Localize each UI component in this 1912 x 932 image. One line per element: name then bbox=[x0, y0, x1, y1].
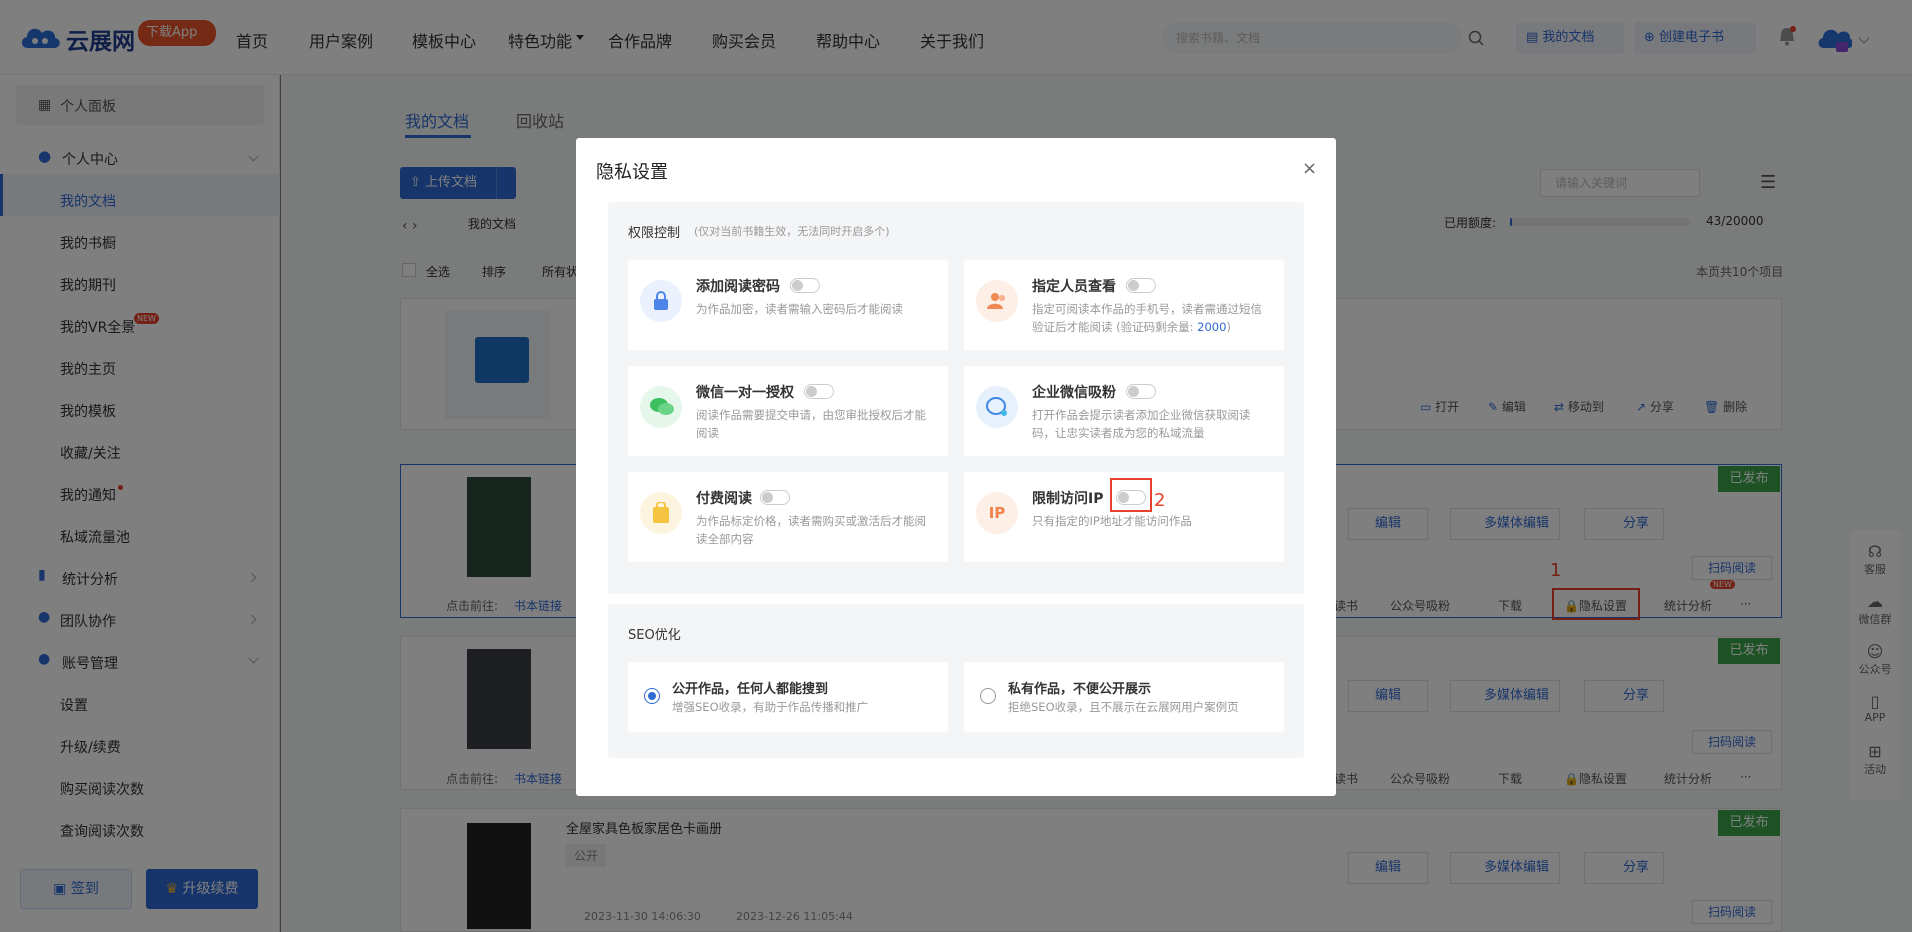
user-group-icon bbox=[976, 280, 1018, 322]
wecom-fans-toggle[interactable] bbox=[1126, 384, 1156, 399]
seo-public-radio[interactable] bbox=[644, 688, 660, 704]
seo-private-option[interactable]: 私有作品，不便公开展示 拒绝SEO收录，且不展示在云展网用户案例页 bbox=[964, 662, 1284, 732]
option-title: 微信一对一授权 bbox=[696, 385, 794, 401]
option-title: 企业微信吸粉 bbox=[1032, 385, 1116, 401]
read-password-toggle[interactable] bbox=[790, 278, 820, 293]
specified-viewers-toggle[interactable] bbox=[1126, 278, 1156, 293]
annotation-2: 2 bbox=[1154, 490, 1166, 511]
option-read-password[interactable]: 添加阅读密码 为作品加密，读者需输入密码后才能阅读 bbox=[628, 260, 948, 350]
seo-option-title: 私有作品，不便公开展示 bbox=[1008, 682, 1152, 697]
seo-option-desc: 拒绝SEO收录，且不展示在云展网用户案例页 bbox=[1008, 700, 1239, 714]
modal-title: 隐私设置 bbox=[596, 162, 668, 183]
seo-public-option[interactable]: 公开作品，任何人都能搜到 增强SEO收录，有助于作品传播和推广 bbox=[628, 662, 948, 732]
option-title: 付费阅读 bbox=[696, 491, 752, 507]
option-restrict-ip[interactable]: IP 限制访问IP 2 只有指定的IP地址才能访问作品 bbox=[964, 472, 1284, 562]
ip-toggle-highlight-box bbox=[1110, 478, 1152, 512]
wechat-icon bbox=[640, 386, 682, 428]
lock-icon bbox=[640, 280, 682, 322]
seo-option-title: 公开作品，任何人都能搜到 bbox=[672, 682, 829, 697]
option-title: 添加阅读密码 bbox=[696, 279, 780, 295]
wechat-auth-toggle[interactable] bbox=[804, 384, 834, 399]
seo-option-desc: 增强SEO收录，有助于作品传播和推广 bbox=[672, 700, 869, 714]
option-desc: 阅读作品需要提交申请，由您审批授权后才能阅读 bbox=[696, 408, 926, 440]
option-paid-reading[interactable]: 付费阅读 为作品标定价格，读者需购买或激活后才能阅读全部内容 bbox=[628, 472, 948, 562]
option-specified-viewers[interactable]: 指定人员查看 指定可阅读本作品的手机号，读者需通过短信验证后才能阅读 (验证码剩… bbox=[964, 260, 1284, 350]
option-desc: 为作品加密，读者需输入密码后才能阅读 bbox=[696, 302, 903, 316]
option-desc: 打开作品会提示读者添加企业微信获取阅读码，让忠实读者成为您的私域流量 bbox=[1032, 408, 1251, 440]
privacy-settings-modal: 隐私设置 × 权限控制 (仅对当前书籍生效，无法同时开启多个) 添加阅读密码 为… bbox=[576, 138, 1336, 796]
option-desc: 为作品标定价格，读者需购买或激活后才能阅读全部内容 bbox=[696, 514, 926, 546]
sms-remaining-count: 2000 bbox=[1197, 320, 1227, 334]
ip-icon: IP bbox=[976, 492, 1018, 534]
seo-private-radio[interactable] bbox=[980, 688, 996, 704]
wecom-icon bbox=[976, 386, 1018, 428]
option-desc: 指定可阅读本作品的手机号，读者需通过短信验证后才能阅读 (验证码剩余量: 200… bbox=[1032, 300, 1272, 336]
option-wecom-fans[interactable]: 企业微信吸粉 打开作品会提示读者添加企业微信获取阅读码，让忠实读者成为您的私域流… bbox=[964, 366, 1284, 456]
paid-reading-toggle[interactable] bbox=[760, 490, 790, 505]
permission-note: (仅对当前书籍生效，无法同时开启多个) bbox=[694, 225, 890, 238]
option-wechat-auth[interactable]: 微信一对一授权 阅读作品需要提交申请，由您审批授权后才能阅读 bbox=[628, 366, 948, 456]
option-title: 指定人员查看 bbox=[1032, 279, 1116, 295]
permission-section: 权限控制 (仅对当前书籍生效，无法同时开启多个) 添加阅读密码 为作品加密，读者… bbox=[608, 202, 1304, 594]
option-desc-tail: ) bbox=[1226, 320, 1231, 334]
close-icon[interactable]: × bbox=[1302, 158, 1317, 179]
seo-section: SEO优化 公开作品，任何人都能搜到 增强SEO收录，有助于作品传播和推广 私有… bbox=[608, 604, 1304, 758]
option-title: 限制访问IP bbox=[1032, 491, 1104, 507]
option-desc: 只有指定的IP地址才能访问作品 bbox=[1032, 514, 1192, 528]
shopping-bag-icon bbox=[640, 492, 682, 534]
permission-title: 权限控制 bbox=[628, 226, 681, 241]
seo-title: SEO优化 bbox=[628, 628, 681, 643]
